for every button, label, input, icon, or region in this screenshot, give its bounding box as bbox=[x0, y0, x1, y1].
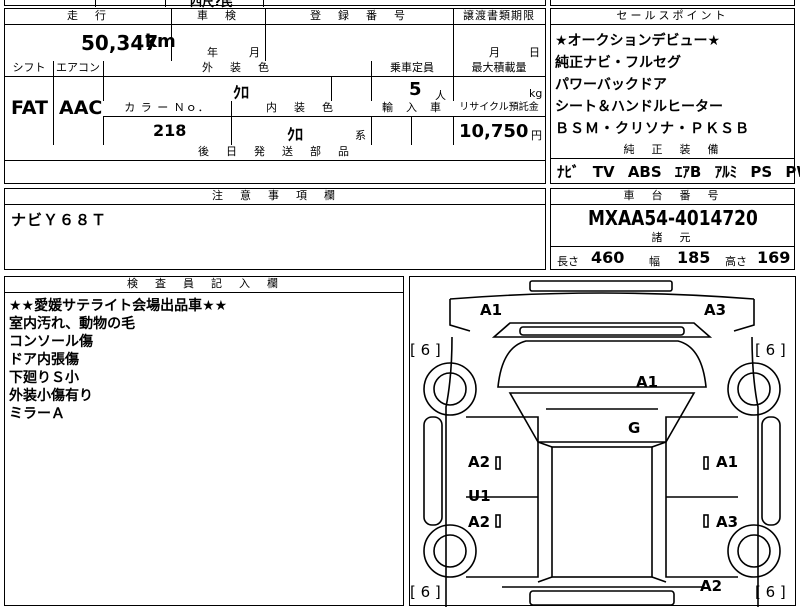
exterior-color-header: 外 装 色 bbox=[103, 61, 371, 77]
equipment-item: PW bbox=[785, 163, 800, 181]
aircon-header: エアコン bbox=[53, 61, 103, 77]
factory-equipment-header: 純 正 装 備 bbox=[551, 143, 794, 159]
shaken-month-unit: 月 bbox=[249, 46, 260, 59]
interior-color-suffix: 系 bbox=[355, 129, 366, 142]
equipment-item: ｴｱB bbox=[674, 163, 702, 181]
shaken-header: 車 検 bbox=[171, 9, 265, 25]
equipment-item: ABS bbox=[627, 163, 662, 181]
aircon-value: AAC bbox=[59, 97, 103, 119]
shift-header: シフト bbox=[5, 61, 53, 77]
capacity-header: 乗車定員 bbox=[371, 61, 453, 77]
equipment-item: PS bbox=[750, 163, 773, 181]
damage-mark-rear-door-right: A3 bbox=[716, 513, 739, 531]
recycle-value: 10,750 bbox=[459, 121, 529, 142]
sales-point-item: 純正ナビ・フルセグ bbox=[555, 55, 681, 71]
interior-color-value: ｸﾛ bbox=[287, 125, 304, 144]
damage-mark-front-door-left: A2 bbox=[468, 453, 491, 471]
front-bumper bbox=[529, 280, 673, 292]
inspector-line: ミラーＡ bbox=[9, 406, 65, 422]
chassis-number-value: MXAA54-4014720 bbox=[587, 206, 758, 230]
car-diagram bbox=[423, 280, 781, 607]
top-partial-row: 四尺?民 bbox=[4, 0, 546, 9]
transfer-month-unit: 月 bbox=[489, 46, 500, 59]
notes-text: ナビＹ６８Ｔ bbox=[11, 211, 108, 229]
height-label: 高さ bbox=[725, 255, 747, 268]
recycle-unit: 円 bbox=[531, 129, 542, 142]
notes-header: 注 意 事 項 欄 bbox=[5, 189, 545, 205]
damage-mark-windshield: G bbox=[628, 419, 641, 437]
equipment-item: ﾅﾋﾞ bbox=[557, 163, 580, 181]
inspector-line: コンソール傷 bbox=[9, 334, 93, 350]
interior-color-header: 内 装 色 bbox=[231, 101, 371, 117]
sales-points-box: セールスポイント ★オークションデビュー★ 純正ナビ・フルセグ パワーバックドア… bbox=[550, 8, 800, 184]
length-label: 長さ bbox=[557, 255, 579, 268]
inspector-line: 外装小傷有り bbox=[9, 388, 93, 404]
equipment-item: ｱﾙﾐ bbox=[714, 163, 738, 181]
damage-mark-front-right: A3 bbox=[704, 301, 727, 319]
rear-bumper bbox=[529, 590, 675, 606]
tire-rear-right: [ 6 ] bbox=[755, 583, 786, 601]
sales-point-item: ＢＳＭ・クリソナ・ＰＫＳＢ bbox=[555, 121, 750, 137]
import-header: 輸 入 車 bbox=[371, 101, 453, 117]
factory-equipment-list: ﾅﾋﾞ TV ABS ｴｱB ｱﾙﾐ PS PW bbox=[557, 161, 800, 182]
damage-mark-rear-right: A2 bbox=[700, 577, 723, 595]
inspector-box: 検 査 員 記 入 欄 ★★愛媛サテライト会場出品車★★ 室内汚れ、動物の毛 コ… bbox=[4, 276, 404, 606]
color-no-header: カ ラ ー Ｎｏ． bbox=[103, 101, 231, 117]
sales-point-item: シート＆ハンドルヒーター bbox=[555, 99, 723, 115]
inspector-line: 室内汚れ、動物の毛 bbox=[9, 316, 136, 332]
car-diagram-box: A1 A3 A1 G A2 A1 U1 A2 A3 A2 [ 6 ] [ 6 ]… bbox=[409, 276, 796, 607]
mileage-unit: km bbox=[145, 31, 176, 52]
tire-front-left: [ 6 ] bbox=[410, 341, 441, 359]
chassis-header: 車 台 番 号 bbox=[551, 189, 794, 205]
shift-value: FAT bbox=[11, 97, 48, 119]
damage-mark-front-left: A1 bbox=[480, 301, 503, 319]
wheel-rear-left bbox=[423, 524, 477, 578]
mileage-header: 走 行 bbox=[5, 9, 171, 25]
inspector-line: ★★愛媛サテライト会場出品車★★ bbox=[9, 298, 228, 314]
later-parts-header: 後 日 発 送 部 品 bbox=[5, 145, 545, 161]
registration-header: 登 録 番 号 bbox=[265, 9, 453, 25]
transfer-header: 譲渡書類期限 bbox=[453, 9, 545, 25]
front-edge bbox=[449, 292, 755, 300]
chassis-number: MXAA54-4014720 bbox=[551, 205, 794, 231]
width-label: 幅 bbox=[649, 255, 660, 268]
capacity-value: 5 bbox=[409, 79, 422, 100]
sales-point-item: ★オークションデビュー★ bbox=[555, 33, 721, 49]
height-value: 169 bbox=[757, 248, 791, 267]
wheel-rear-right bbox=[727, 524, 781, 578]
length-value: 460 bbox=[591, 248, 625, 267]
inspector-line: 下廻りＳ小 bbox=[9, 370, 79, 386]
shaken-year-unit: 年 bbox=[207, 46, 218, 59]
sales-points-header: セールスポイント bbox=[551, 9, 794, 25]
damage-mark-rear-door-left-2: A2 bbox=[468, 513, 491, 531]
hood bbox=[497, 340, 707, 388]
specs-header: 諸 元 bbox=[551, 231, 794, 247]
max-load-unit: kg bbox=[529, 87, 543, 100]
damage-mark-hood: A1 bbox=[636, 373, 659, 391]
inspector-line: ドア内張傷 bbox=[9, 352, 79, 368]
damage-mark-front-door-right: A1 bbox=[716, 453, 739, 471]
width-value: 185 bbox=[677, 248, 711, 267]
transfer-day-unit: 日 bbox=[529, 46, 540, 59]
notes-box: 注 意 事 項 欄 ナビＹ６８Ｔ bbox=[4, 188, 546, 270]
top-partial-right bbox=[550, 0, 795, 6]
roof bbox=[551, 446, 653, 578]
inspector-header: 検 査 員 記 入 欄 bbox=[5, 277, 403, 293]
vehicle-info-grid: 走 行 車 検 登 録 番 号 譲渡書類期限 50,347 km 年 月 月 日… bbox=[4, 8, 546, 184]
exterior-color-value: ｸﾛ bbox=[233, 83, 250, 102]
sales-point-item: パワーバックドア bbox=[555, 77, 667, 93]
damage-mark-rear-door-left-1: U1 bbox=[468, 487, 491, 505]
recycle-header: リサイクル預託金 bbox=[453, 101, 545, 117]
equipment-item: TV bbox=[592, 163, 615, 181]
chassis-box: 車 台 番 号 MXAA54-4014720 諸 元 長さ 460 幅 185 … bbox=[550, 188, 795, 270]
tire-front-right: [ 6 ] bbox=[755, 341, 786, 359]
color-no-value: 218 bbox=[153, 121, 187, 140]
max-load-header: 最大積載量 bbox=[453, 61, 545, 77]
tire-rear-left: [ 6 ] bbox=[410, 583, 441, 601]
